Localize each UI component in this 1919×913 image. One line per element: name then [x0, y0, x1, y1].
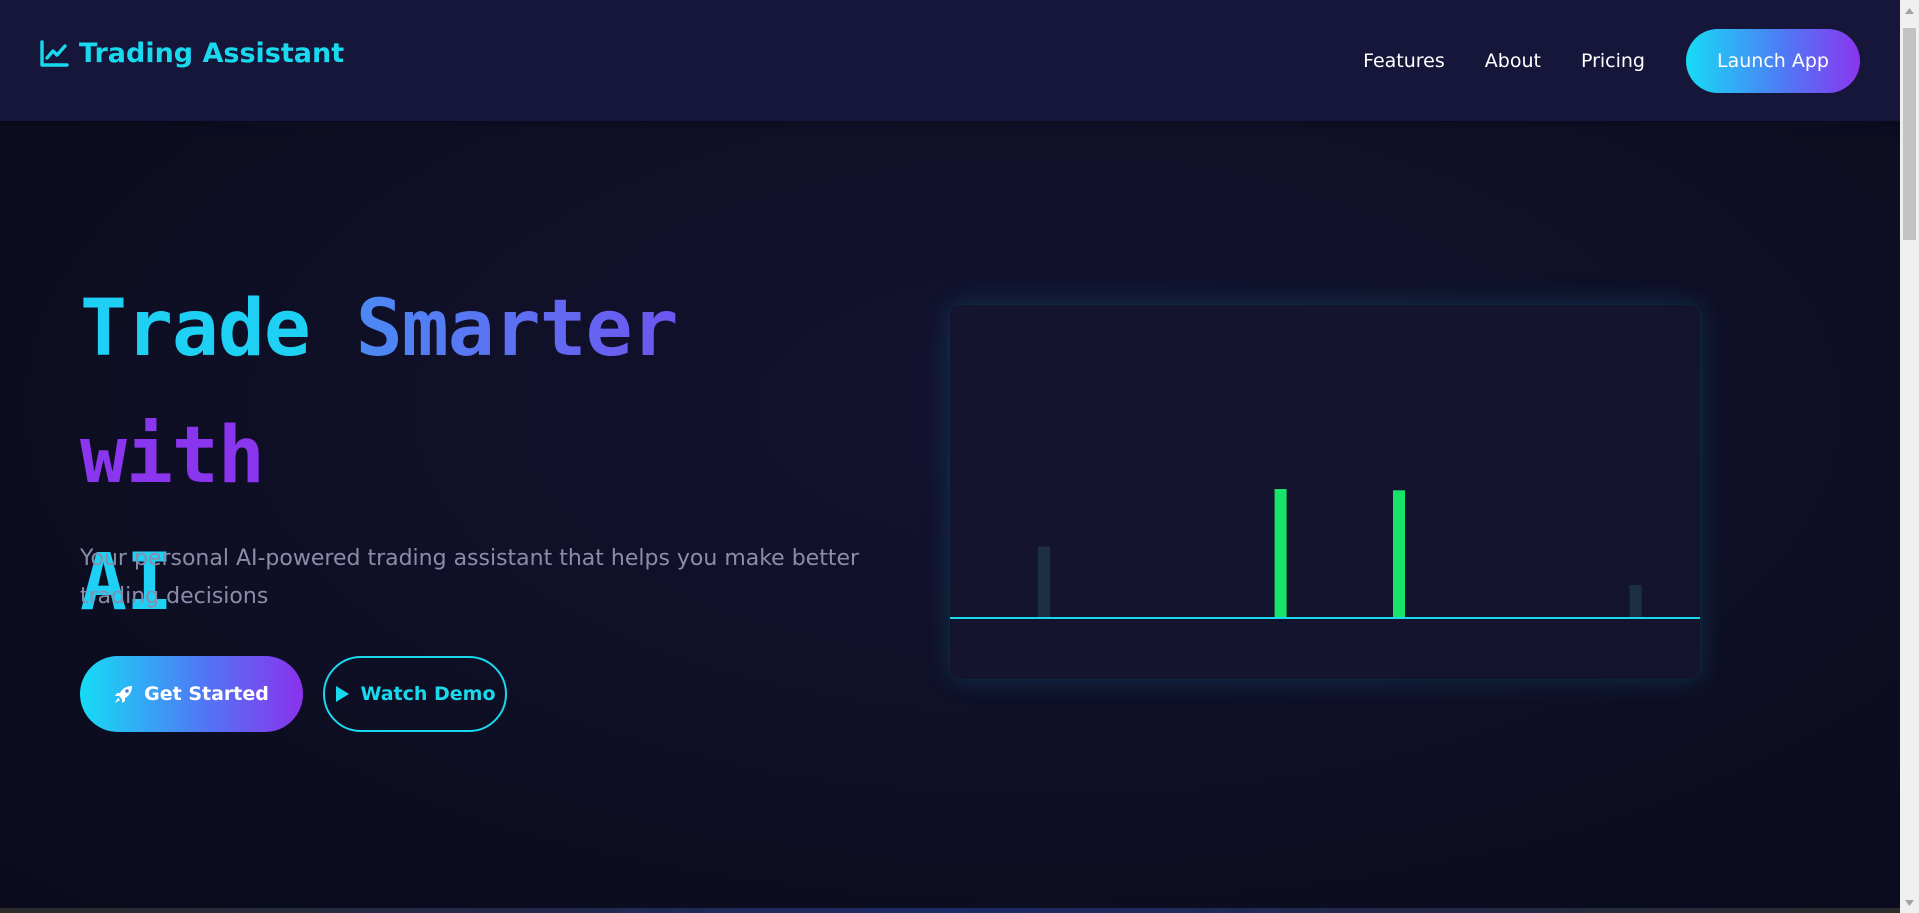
vertical-scrollbar[interactable]: [1900, 0, 1919, 913]
play-icon: [336, 686, 350, 702]
bar-chart: [950, 489, 1700, 619]
site-header: Trading Assistant Features About Pricing…: [0, 0, 1900, 121]
rocket-icon: [115, 686, 133, 703]
main-nav: Features About Pricing Launch App: [1363, 0, 1900, 121]
hero-title-word-with: with: [80, 411, 265, 501]
brand-name: Trading Assistant: [79, 38, 345, 69]
scroll-up-arrow-icon[interactable]: [1900, 2, 1919, 19]
get-started-label: Get Started: [144, 683, 269, 705]
hero-title-word-trade: Trade: [80, 284, 311, 374]
bottom-edge: [0, 908, 1900, 913]
scroll-thumb[interactable]: [1903, 28, 1916, 240]
chart-bar: [1629, 585, 1642, 617]
chart-card: [950, 305, 1700, 679]
get-started-button[interactable]: Get Started: [80, 656, 303, 732]
chart-bar: [1038, 546, 1050, 617]
hero-title-word-smarter: Smarter: [355, 284, 679, 374]
nav-link-about[interactable]: About: [1485, 50, 1541, 72]
chart-line-icon: [40, 39, 69, 67]
watch-demo-label: Watch Demo: [360, 683, 496, 705]
viewport: Trading Assistant Features About Pricing…: [0, 0, 1900, 913]
chart-bar: [1274, 489, 1287, 617]
hero-subtitle: Your personal AI-powered trading assista…: [80, 546, 860, 609]
nav-link-features[interactable]: Features: [1363, 50, 1445, 72]
launch-app-button[interactable]: Launch App: [1686, 28, 1860, 93]
nav-link-pricing[interactable]: Pricing: [1581, 50, 1645, 72]
hero-actions: Get Started Watch Demo: [80, 656, 507, 732]
chart-bar: [1393, 490, 1405, 617]
brand-logo[interactable]: Trading Assistant: [39, 38, 344, 69]
watch-demo-button[interactable]: Watch Demo: [323, 656, 507, 732]
scroll-down-arrow-icon[interactable]: [1900, 894, 1919, 911]
